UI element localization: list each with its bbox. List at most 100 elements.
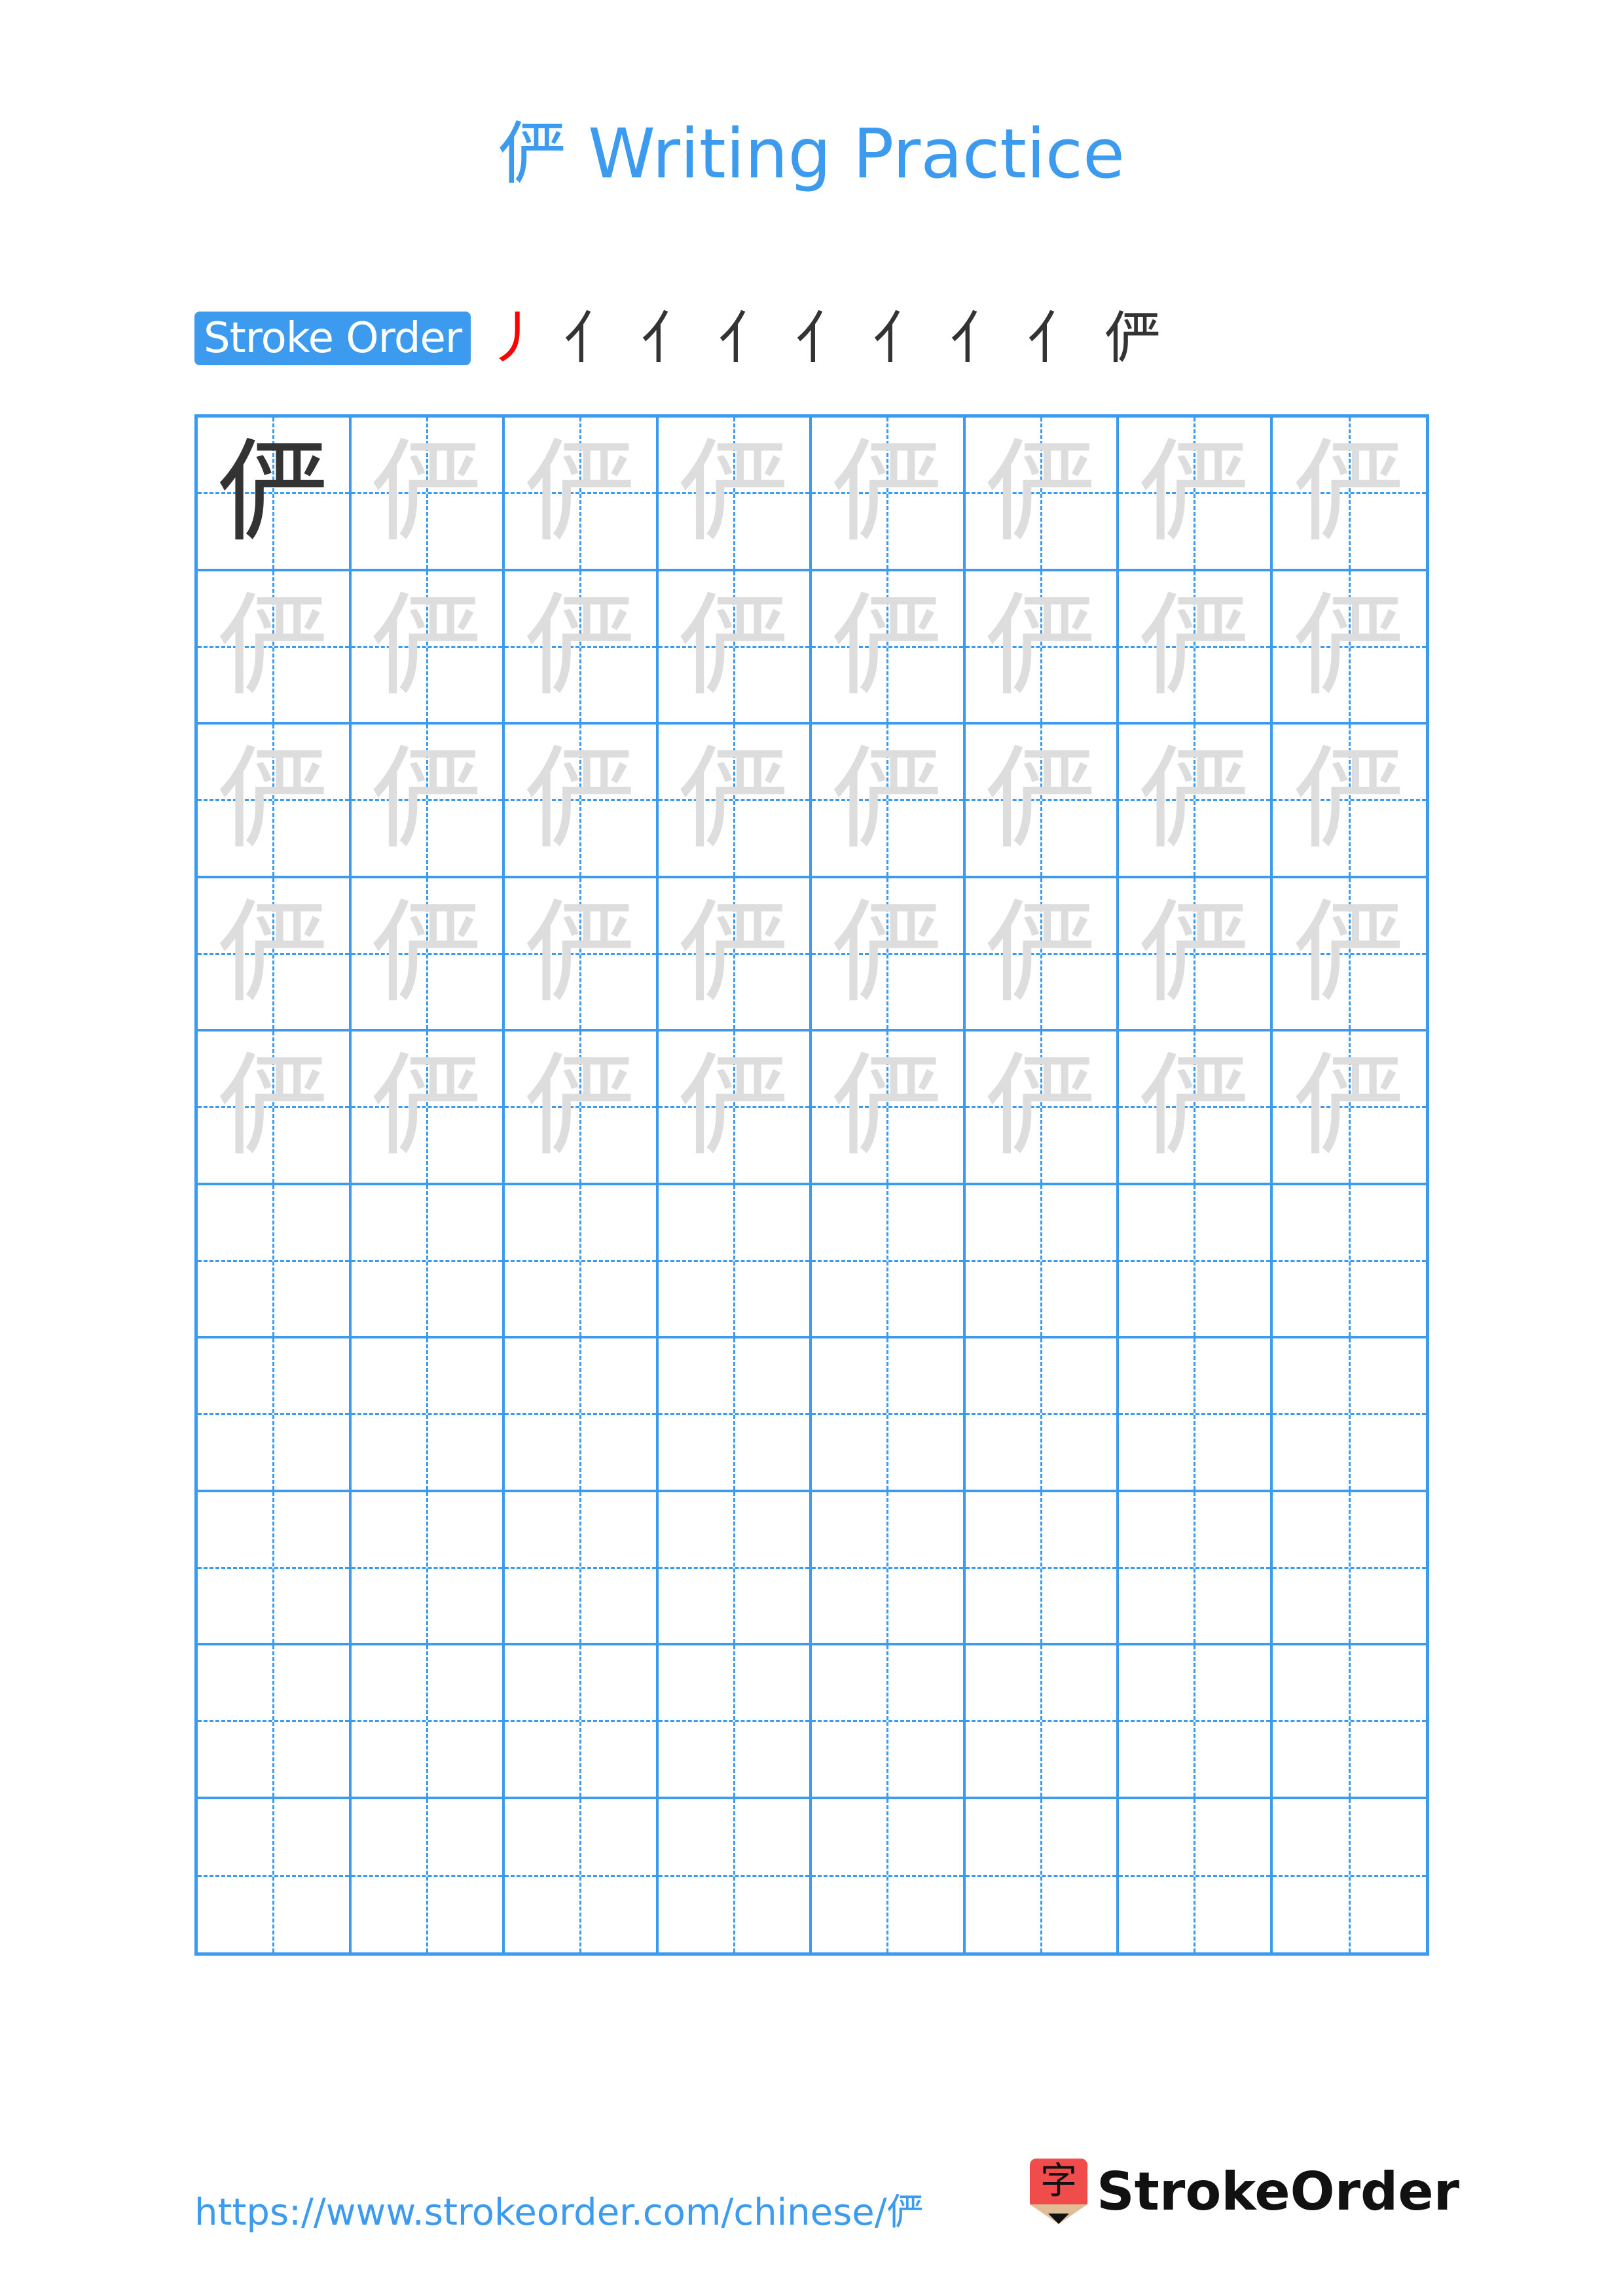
trace-character: 俨 [831, 581, 943, 711]
practice-cell[interactable]: 俨 [198, 418, 352, 571]
practice-cell[interactable] [351, 1338, 505, 1492]
practice-cell[interactable] [198, 1645, 352, 1799]
practice-cell[interactable]: 俨 [965, 725, 1119, 878]
practice-cell[interactable]: 俨 [505, 725, 659, 878]
logo-glyph: 字 [1030, 2159, 1087, 2204]
practice-cell[interactable] [1272, 1799, 1426, 1952]
practice-cell[interactable]: 俨 [1119, 725, 1273, 878]
practice-cell[interactable]: 俨 [1119, 571, 1273, 725]
stroke-step: 丿 [486, 306, 543, 371]
practice-cell[interactable]: 俨 [1272, 878, 1426, 1031]
practice-cell[interactable] [351, 1799, 505, 1952]
practice-cell[interactable] [198, 1185, 352, 1338]
practice-cell[interactable] [505, 1492, 659, 1645]
practice-cell[interactable]: 俨 [658, 878, 812, 1031]
practice-cell[interactable] [965, 1492, 1119, 1645]
trace-character: 俨 [524, 581, 636, 711]
practice-cell[interactable]: 俨 [658, 418, 812, 571]
practice-cell[interactable] [1119, 1492, 1273, 1645]
guide-line-horizontal [1119, 1566, 1270, 1569]
practice-cell[interactable] [505, 1645, 659, 1799]
practice-cell[interactable]: 俨 [965, 418, 1119, 571]
practice-cell[interactable] [198, 1338, 352, 1492]
practice-cell[interactable] [505, 1338, 659, 1492]
practice-cell[interactable] [812, 1185, 966, 1338]
practice-cell[interactable]: 俨 [965, 1031, 1119, 1185]
practice-cell[interactable] [351, 1185, 505, 1338]
practice-cell[interactable]: 俨 [505, 571, 659, 725]
practice-cell[interactable]: 俨 [351, 571, 505, 725]
practice-cell[interactable]: 俨 [965, 571, 1119, 725]
practice-cell[interactable]: 俨 [198, 878, 352, 1031]
practice-cell[interactable]: 俨 [505, 418, 659, 571]
practice-cell[interactable]: 俨 [658, 725, 812, 878]
practice-cell[interactable] [1119, 1645, 1273, 1799]
practice-cell[interactable] [1119, 1338, 1273, 1492]
practice-cell[interactable] [812, 1338, 966, 1492]
practice-cell[interactable] [351, 1492, 505, 1645]
practice-cell[interactable] [812, 1492, 966, 1645]
footer-url-link[interactable]: https://www.strokeorder.com/chinese/俨 [194, 2183, 924, 2236]
guide-line-horizontal [1272, 1566, 1426, 1569]
trace-character: 俨 [217, 1042, 329, 1172]
practice-cell[interactable]: 俨 [351, 1031, 505, 1185]
practice-cell[interactable] [965, 1799, 1119, 1952]
practice-cell[interactable]: 俨 [351, 418, 505, 571]
practice-cell[interactable]: 俨 [198, 1031, 352, 1185]
practice-cell[interactable]: 俨 [812, 418, 966, 571]
guide-line-horizontal [812, 1566, 963, 1569]
practice-cell[interactable] [198, 1492, 352, 1645]
practice-cell[interactable] [812, 1645, 966, 1799]
practice-cell[interactable]: 俨 [812, 878, 966, 1031]
guide-line-horizontal [1272, 1413, 1426, 1416]
trace-character: 俨 [985, 735, 1097, 865]
practice-cell[interactable]: 俨 [1272, 1031, 1426, 1185]
practice-cell[interactable] [1272, 1645, 1426, 1799]
practice-cell[interactable] [965, 1645, 1119, 1799]
practice-cell[interactable] [965, 1338, 1119, 1492]
practice-cell[interactable]: 俨 [812, 1031, 966, 1185]
practice-cell[interactable] [658, 1185, 812, 1338]
practice-cell[interactable]: 俨 [198, 725, 352, 878]
practice-cell[interactable] [965, 1185, 1119, 1338]
practice-cell[interactable]: 俨 [1119, 1031, 1273, 1185]
practice-cell[interactable]: 俨 [965, 878, 1119, 1031]
practice-cell[interactable] [351, 1645, 505, 1799]
guide-line-horizontal [198, 1566, 349, 1569]
practice-cell[interactable] [1272, 1338, 1426, 1492]
trace-character: 俨 [1293, 735, 1405, 865]
practice-cell[interactable]: 俨 [351, 878, 505, 1031]
practice-cell[interactable]: 俨 [351, 725, 505, 878]
practice-cell[interactable] [505, 1185, 659, 1338]
practice-cell[interactable] [812, 1799, 966, 1952]
practice-cell[interactable]: 俨 [505, 878, 659, 1031]
practice-cell[interactable] [1272, 1492, 1426, 1645]
practice-cell[interactable]: 俨 [198, 571, 352, 725]
practice-cell[interactable]: 俨 [1272, 418, 1426, 571]
practice-cell[interactable] [505, 1799, 659, 1952]
strokeorder-logo[interactable]: 字 StrokeOrder [1030, 2159, 1459, 2224]
practice-cell[interactable]: 俨 [658, 1031, 812, 1185]
guide-line-horizontal [658, 1874, 809, 1877]
practice-cell[interactable]: 俨 [1119, 418, 1273, 571]
practice-cell[interactable] [1272, 1185, 1426, 1338]
practice-cell[interactable]: 俨 [812, 571, 966, 725]
practice-cell[interactable]: 俨 [658, 571, 812, 725]
practice-cell[interactable] [658, 1338, 812, 1492]
trace-character: 俨 [985, 888, 1097, 1018]
practice-cell[interactable] [658, 1799, 812, 1952]
guide-line-horizontal [658, 1566, 809, 1569]
practice-cell[interactable] [658, 1645, 812, 1799]
practice-cell[interactable] [198, 1799, 352, 1952]
practice-cell[interactable]: 俨 [812, 725, 966, 878]
practice-cell[interactable] [1119, 1799, 1273, 1952]
practice-cell[interactable] [1119, 1185, 1273, 1338]
practice-cell[interactable] [658, 1492, 812, 1645]
trace-character: 俨 [678, 428, 790, 558]
guide-line-horizontal [505, 1566, 656, 1569]
trace-character: 俨 [371, 428, 483, 558]
practice-cell[interactable]: 俨 [1119, 878, 1273, 1031]
practice-cell[interactable]: 俨 [505, 1031, 659, 1185]
practice-cell[interactable]: 俨 [1272, 725, 1426, 878]
practice-cell[interactable]: 俨 [1272, 571, 1426, 725]
